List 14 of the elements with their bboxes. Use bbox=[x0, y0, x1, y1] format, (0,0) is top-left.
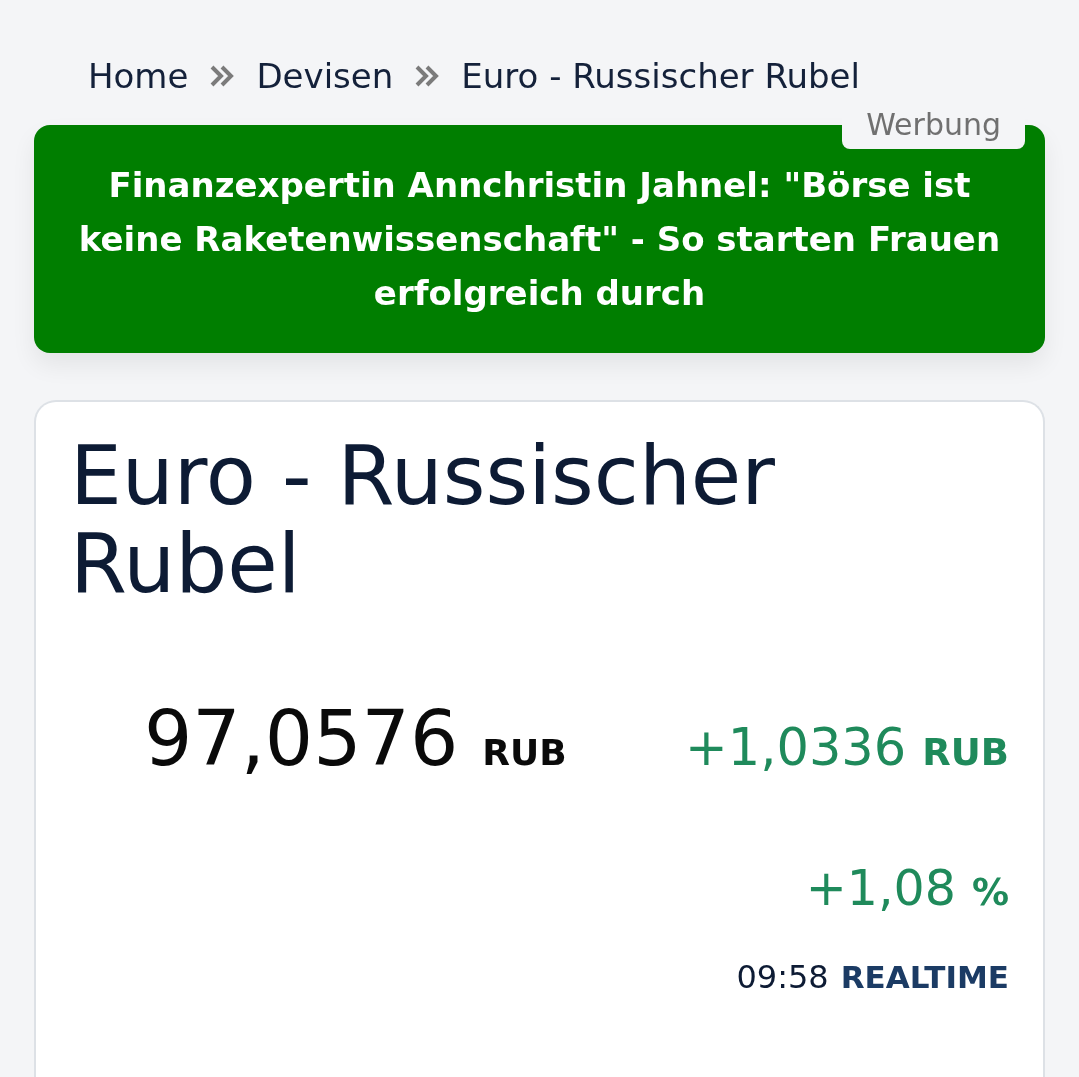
percent-sign: % bbox=[971, 871, 1009, 914]
currency-label: RUB bbox=[922, 731, 1009, 774]
price-value: 97,0576 bbox=[144, 694, 459, 784]
quote-source-label: REALTIME bbox=[840, 959, 1009, 995]
breadcrumb-link[interactable]: Euro - Russischer Rubel bbox=[461, 52, 860, 100]
double-chevron-icon bbox=[415, 65, 440, 87]
currency-label: RUB bbox=[482, 732, 567, 773]
double-chevron-icon bbox=[210, 65, 235, 87]
quote-time: 09:58 bbox=[736, 957, 829, 998]
breadcrumb-link[interactable]: Devisen bbox=[256, 52, 394, 100]
breadcrumb-link[interactable]: Home bbox=[88, 52, 189, 100]
change-value: +1,0336 bbox=[685, 717, 907, 779]
quote-title: Euro - Russischer Rubel bbox=[70, 432, 776, 608]
percent-change-value: +1,08 bbox=[805, 859, 956, 919]
